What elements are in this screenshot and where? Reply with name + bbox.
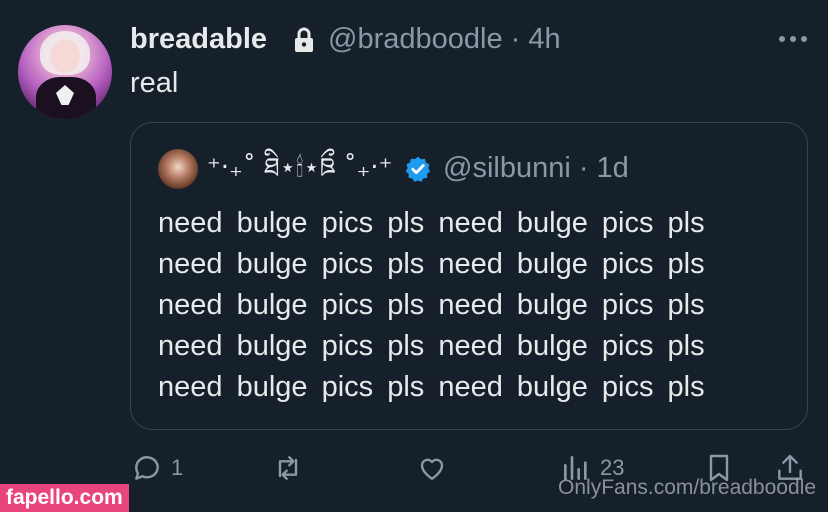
retweet-icon (278, 456, 298, 480)
reply-count: 1 (171, 455, 184, 480)
reply-button[interactable]: 1 (131, 450, 183, 486)
quoted-text-line: need bulge pics pls need bulge pics pls (158, 371, 705, 403)
heart-icon (420, 458, 444, 480)
verified-badge-icon (405, 156, 431, 182)
quoted-author-display-name[interactable]: ⁺‧₊˚ ཐི⋆🕯⋆ཋྀ ˚₊‧⁺ (207, 151, 392, 185)
quoted-text-line: need bulge pics pls need bulge pics pls (158, 289, 705, 321)
avatar-face (50, 39, 80, 73)
quoted-text-line: need bulge pics pls need bulge pics pls (158, 207, 705, 239)
site-watermark: fapello.com (0, 484, 129, 512)
quoted-author-avatar[interactable] (158, 149, 198, 189)
quoted-text-line: need bulge pics pls need bulge pics pls (158, 330, 705, 362)
author-handle-time[interactable]: @bradboodle · 4h (328, 22, 561, 56)
author-display-name[interactable]: breadable (130, 22, 267, 56)
quoted-tweet-text: need bulge pics pls need bulge pics pls … (158, 203, 798, 408)
quoted-author-handle-time[interactable]: @silbunni · 1d (443, 151, 629, 185)
tweet-text: real (130, 67, 179, 99)
quoted-text-line: need bulge pics pls need bulge pics pls (158, 248, 705, 280)
quoted-tweet-card[interactable]: ⁺‧₊˚ ཐི⋆🕯⋆ཋྀ ˚₊‧⁺ @silbunni · 1d need bu… (130, 122, 808, 430)
reply-icon (135, 456, 159, 480)
author-avatar[interactable] (18, 25, 112, 119)
retweet-button[interactable] (272, 450, 312, 486)
more-options-icon[interactable] (776, 30, 810, 48)
like-button[interactable] (416, 450, 456, 486)
lock-icon (295, 27, 313, 52)
onlyfans-watermark: OnlyFans.com/breadboodle (558, 476, 816, 499)
